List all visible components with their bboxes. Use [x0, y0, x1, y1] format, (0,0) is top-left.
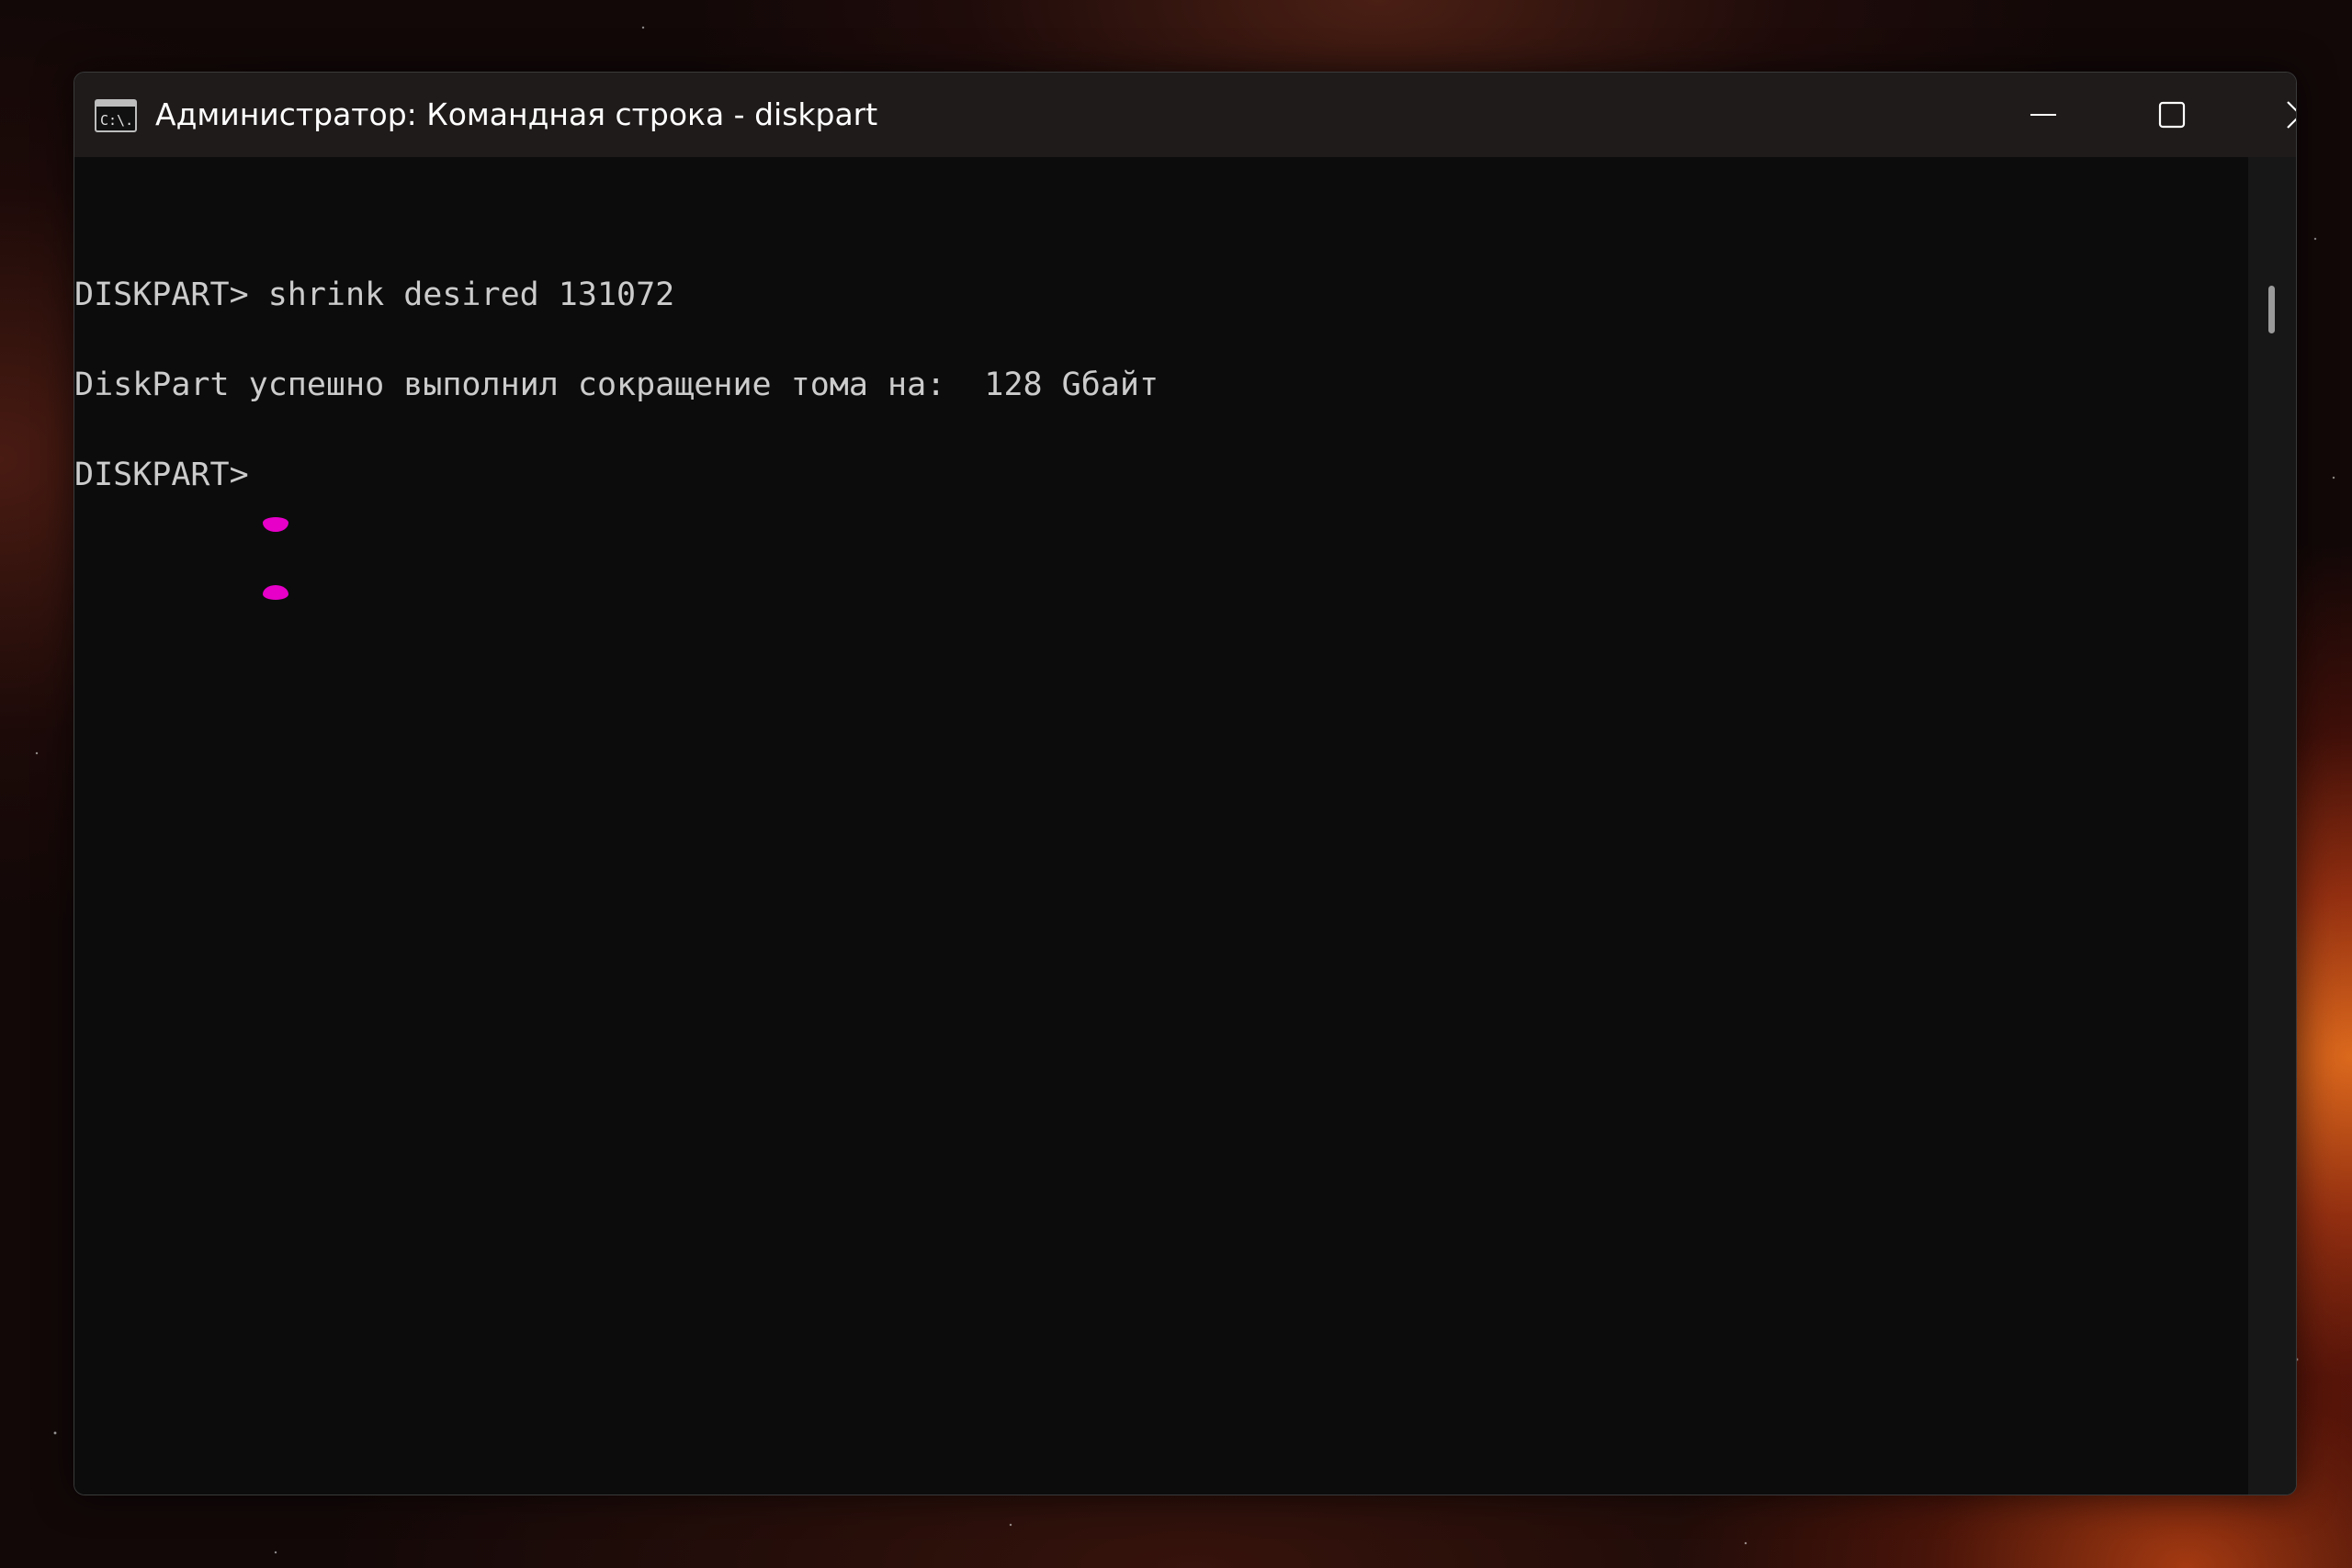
maximize-button[interactable] — [2108, 73, 2236, 157]
text-cursor-top-marker — [263, 517, 288, 532]
minimize-button[interactable] — [1979, 73, 2108, 157]
maximize-icon — [2158, 101, 2186, 129]
scrollbar-thumb[interactable] — [2268, 286, 2275, 333]
text-cursor-bottom-marker — [263, 585, 288, 600]
cmd-icon-text: C:\. — [100, 112, 133, 129]
close-button[interactable] — [2236, 73, 2296, 157]
minimize-icon — [2030, 114, 2056, 116]
cmd-window[interactable]: C:\. Администратор: Командная строка - d… — [74, 72, 2297, 1495]
title-bar[interactable]: C:\. Администратор: Командная строка - d… — [74, 73, 2296, 157]
console-line-result: DiskPart успешно выполнил сокращение том… — [74, 367, 1159, 403]
console-line-prompt: DISKPART> — [74, 457, 268, 493]
vertical-scrollbar[interactable] — [2248, 157, 2296, 1495]
close-icon — [2287, 101, 2296, 129]
cmd-icon: C:\. — [95, 99, 137, 132]
console-output[interactable]: DISKPART> shrink desired 131072 DiskPart… — [74, 157, 2248, 1495]
console-line-command: DISKPART> shrink desired 131072 — [74, 276, 675, 313]
window-title: Администратор: Командная строка - diskpa… — [155, 96, 878, 132]
